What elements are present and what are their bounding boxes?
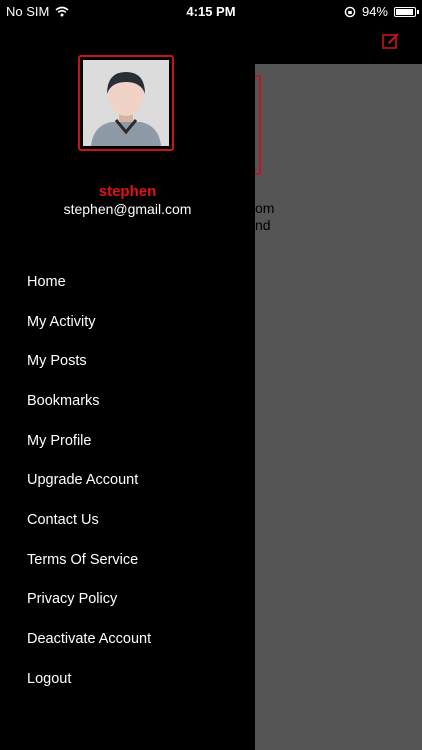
menu-item-home[interactable]: Home (27, 262, 151, 302)
battery-fill (396, 8, 413, 15)
navigation-drawer: stephen stephen@gmail.com Home My Activi… (0, 0, 255, 750)
menu-item-logout[interactable]: Logout (27, 659, 151, 699)
profile-email: stephen@gmail.com (63, 201, 192, 217)
background-screen: om nd (249, 0, 422, 750)
background-text-line1: om (255, 200, 275, 216)
profile-name: stephen (98, 183, 157, 200)
rotation-lock-icon (344, 6, 356, 17)
avatar[interactable] (78, 55, 174, 151)
status-bar: No SIM 4:15 PM 94% (0, 0, 422, 22)
drawer-menu: Home My Activity My Posts Bookmarks My P… (27, 262, 151, 699)
battery-percent: 94% (361, 4, 388, 19)
menu-item-contact-us[interactable]: Contact Us (27, 500, 151, 540)
menu-item-privacy-policy[interactable]: Privacy Policy (27, 580, 151, 620)
background-text: om nd (255, 200, 274, 234)
background-text-line2: nd (255, 217, 271, 233)
menu-item-my-activity[interactable]: My Activity (27, 302, 151, 342)
menu-item-upgrade-account[interactable]: Upgrade Account (27, 460, 151, 500)
menu-item-deactivate-account[interactable]: Deactivate Account (27, 619, 151, 659)
menu-item-terms-of-service[interactable]: Terms Of Service (27, 540, 151, 580)
battery-icon (394, 6, 419, 17)
user-photo-icon (83, 60, 169, 146)
menu-item-my-profile[interactable]: My Profile (27, 421, 151, 461)
edit-icon[interactable] (382, 32, 400, 50)
avatar-image (83, 60, 169, 146)
menu-item-bookmarks[interactable]: Bookmarks (27, 381, 151, 421)
menu-item-my-posts[interactable]: My Posts (27, 341, 151, 381)
